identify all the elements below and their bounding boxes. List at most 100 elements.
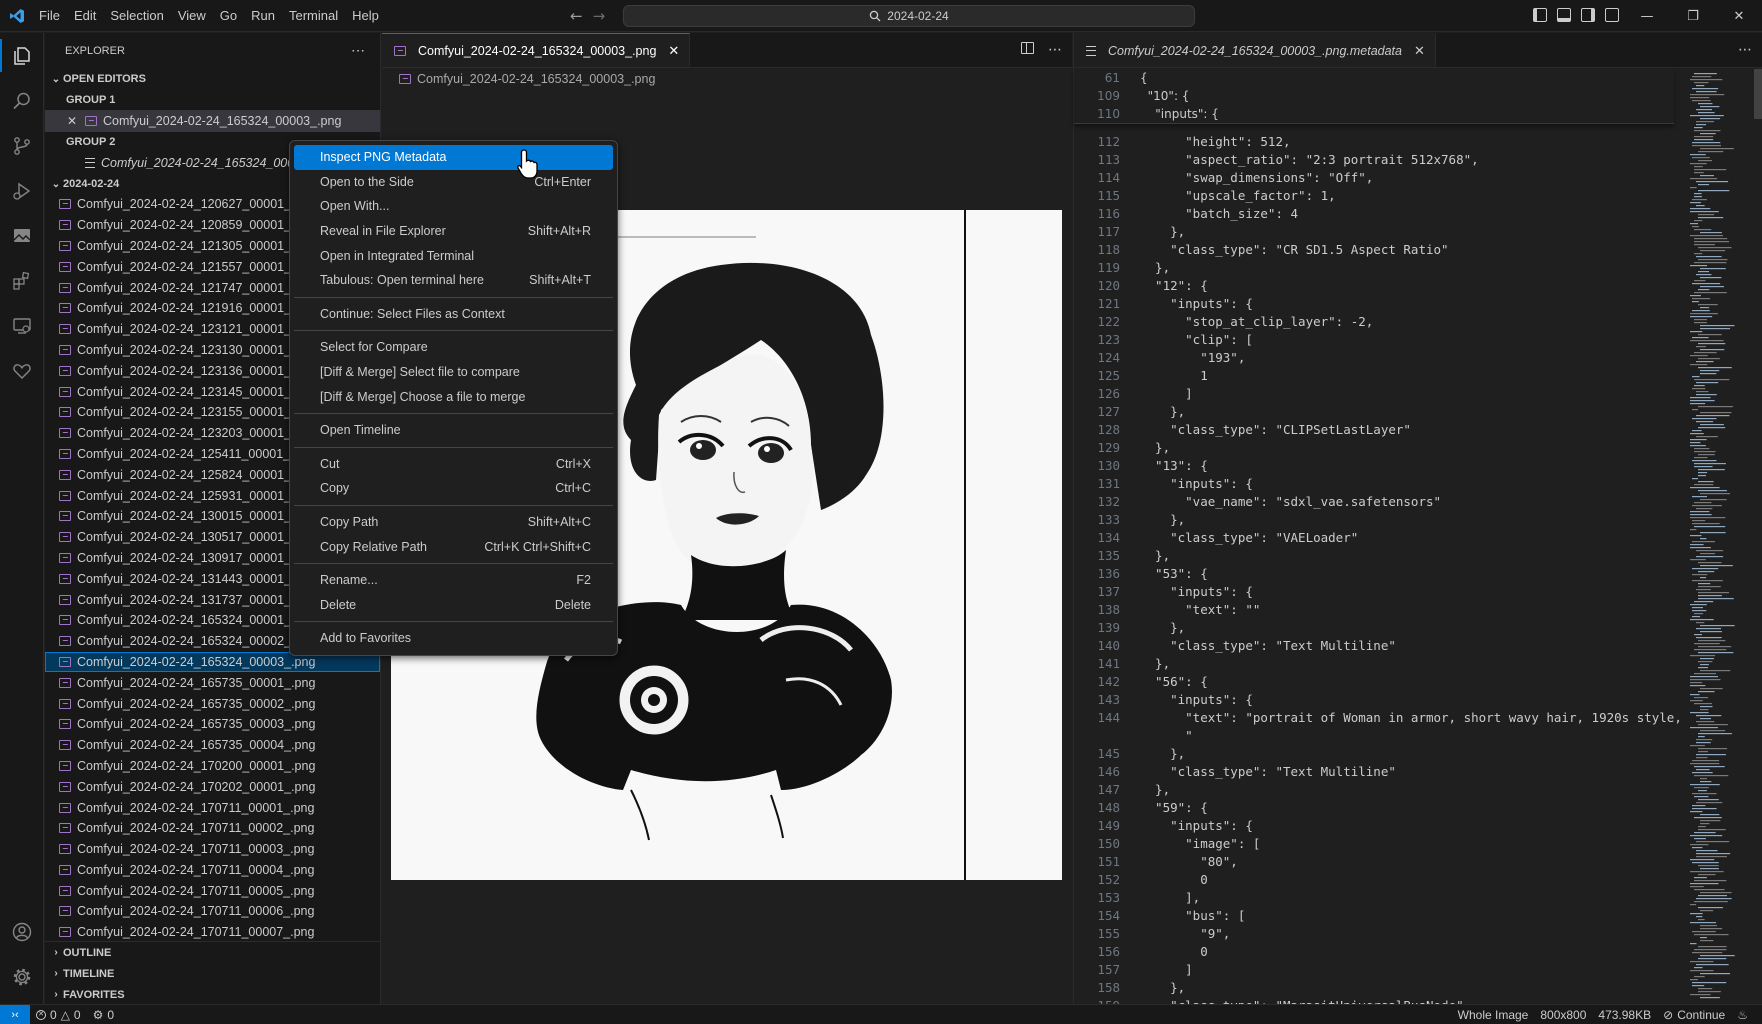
favorites-section[interactable]: › FAVORITES (45, 984, 381, 1005)
open-editors-section[interactable]: ⌄ OPEN EDITORS (45, 68, 380, 90)
file-item[interactable]: Comfyui_2024-02-24_165735_00002_.png (45, 693, 380, 714)
file-item[interactable]: Comfyui_2024-02-24_170202_00001_.png (45, 776, 380, 797)
more-actions-icon[interactable]: ⋯ (351, 42, 366, 59)
continue-button[interactable]: ⊘ Continue (1657, 1008, 1731, 1022)
source-control-icon[interactable] (0, 123, 44, 168)
file-item[interactable]: Comfyui_2024-02-24_170711_00007_.png (45, 922, 380, 943)
command-center-search[interactable]: 2024-02-24 (623, 5, 1195, 27)
menu-terminal[interactable]: Terminal (282, 0, 345, 32)
file-item[interactable]: Comfyui_2024-02-24_170711_00004_.png (45, 860, 380, 881)
remote-explorer-icon[interactable] (0, 303, 44, 348)
customize-layout-icon[interactable] (1605, 8, 1619, 22)
image-file-icon (59, 469, 71, 480)
problems-indicator[interactable]: ✕ 0 △ 0 (30, 1008, 87, 1022)
context-menu-item[interactable]: Select for Compare (294, 335, 613, 360)
explorer-icon[interactable] (0, 33, 44, 78)
context-menu-item[interactable]: Copy Path Shift+Alt+C (294, 510, 613, 535)
account-icon[interactable] (0, 909, 44, 954)
image-gallery-icon[interactable] (0, 213, 44, 258)
file-item[interactable]: Comfyui_2024-02-24_170200_00001_.png (45, 756, 380, 777)
file-item[interactable]: Comfyui_2024-02-24_165735_00003_.png (45, 714, 380, 735)
sticky-line[interactable]: 61 { (1074, 69, 1674, 87)
context-menu-item[interactable]: Open to the Side Ctrl+Enter (294, 170, 613, 195)
forward-arrow-icon[interactable]: → (593, 7, 606, 25)
menu-selection[interactable]: Selection (103, 0, 170, 32)
code-line: 113 "aspect_ratio": "2:3 portrait 512x76… (1074, 151, 1684, 169)
settings-gear-icon[interactable] (0, 954, 44, 999)
menu-run[interactable]: Run (244, 0, 282, 32)
outline-section[interactable]: › OUTLINE (45, 942, 381, 963)
menu-help[interactable]: Help (345, 0, 386, 32)
more-actions-icon[interactable]: ⋯ (1738, 42, 1752, 58)
toggle-panel-icon[interactable] (1557, 8, 1571, 22)
open-editor-item[interactable]: ✕ Comfyui_2024-02-24_165324_00003_.png (45, 110, 380, 132)
context-menu-shortcut: F2 (576, 573, 591, 588)
context-menu-item[interactable]: Continue: Select Files as Context (294, 302, 613, 327)
context-menu-item[interactable]: Delete Delete (294, 593, 613, 618)
file-item[interactable]: Comfyui_2024-02-24_170711_00002_.png (45, 818, 380, 839)
file-item[interactable]: Comfyui_2024-02-24_170711_00001_.png (45, 797, 380, 818)
minimap-line (1690, 97, 1710, 99)
file-item[interactable]: Comfyui_2024-02-24_170711_00006_.png (45, 901, 380, 922)
restore-icon[interactable]: ❐ (1670, 0, 1716, 32)
code-line: 143 "inputs": { (1074, 691, 1684, 709)
back-arrow-icon[interactable]: ← (570, 7, 583, 25)
context-menu-item[interactable]: Add to Favorites (294, 626, 613, 651)
split-editor-icon[interactable] (1021, 42, 1034, 54)
context-menu-item[interactable]: Open With... (294, 194, 613, 219)
context-menu-item[interactable]: Copy Relative Path Ctrl+K Ctrl+Shift+C (294, 534, 613, 559)
context-menu-item[interactable]: Inspect PNG Metadata (294, 145, 613, 170)
vertical-scrollbar[interactable] (1754, 69, 1762, 119)
context-menu-item[interactable]: Cut Ctrl+X (294, 452, 613, 477)
close-icon[interactable]: ✕ (67, 114, 81, 128)
context-menu-item[interactable]: Rename... F2 (294, 568, 613, 593)
image-file-icon (59, 282, 71, 293)
context-menu-item[interactable]: [Diff & Merge] Select file to compare (294, 360, 613, 385)
search-icon[interactable] (0, 78, 44, 123)
sticky-line[interactable]: 110 "inputs": { (1074, 105, 1674, 123)
minimap[interactable] (1688, 69, 1754, 1005)
remote-indicator-icon[interactable]: ›‹ (0, 1004, 30, 1024)
timeline-section[interactable]: › TIMELINE (45, 963, 381, 984)
context-menu-item[interactable]: Tabulous: Open terminal here Shift+Alt+T (294, 268, 613, 293)
context-menu-item[interactable]: [Diff & Merge] Choose a file to merge (294, 384, 613, 409)
extensions-icon[interactable] (0, 258, 44, 303)
menu-go[interactable]: Go (213, 0, 244, 32)
run-debug-icon[interactable] (0, 168, 44, 213)
breadcrumb[interactable]: Comfyui_2024-02-24_165324_00003_.png (382, 68, 1072, 90)
toggle-secondary-sidebar-icon[interactable] (1581, 8, 1595, 22)
file-item[interactable]: Comfyui_2024-02-24_170711_00003_.png (45, 839, 380, 860)
file-item[interactable]: Comfyui_2024-02-24_165735_00004_.png (45, 735, 380, 756)
minimize-icon[interactable]: — (1624, 0, 1670, 32)
close-tab-icon[interactable]: ✕ (1414, 43, 1425, 59)
minimap-line (1696, 622, 1705, 624)
context-menu-item[interactable]: Copy Ctrl+C (294, 476, 613, 501)
favorites-heart-icon[interactable] (0, 348, 44, 393)
editor-actions: ⋯ (1021, 42, 1062, 58)
file-item[interactable]: Comfyui_2024-02-24_170711_00005_.png (45, 880, 380, 901)
minimap-line (1700, 925, 1718, 927)
context-menu-item[interactable]: Reveal in File Explorer Shift+Alt+R (294, 219, 613, 244)
code-text: "batch_size": 4 (1140, 206, 1299, 221)
code-line: 134 "class_type": "VAELoader" (1074, 529, 1684, 547)
editor-tab[interactable]: Comfyui_2024-02-24_165324_00003_.png.met… (1074, 33, 1436, 67)
sticky-line[interactable]: 109 "10": { (1074, 87, 1674, 105)
context-menu-item[interactable]: Open in Integrated Terminal (294, 243, 613, 268)
file-item[interactable]: Comfyui_2024-02-24_165735_00001_.png (45, 672, 380, 693)
sticky-scroll[interactable]: 61{109 "10": {110 "inputs": { (1074, 69, 1674, 124)
zoom-level[interactable]: Whole Image (1452, 1008, 1535, 1022)
menu-view[interactable]: View (171, 0, 213, 32)
toggle-primary-sidebar-icon[interactable] (1533, 8, 1547, 22)
minimap-line (1694, 643, 1720, 645)
notifications-bell-icon[interactable]: ♨ (1731, 1008, 1754, 1022)
code-editor[interactable]: 112 "height": 512, 113 "aspect_ratio": "2… (1074, 133, 1684, 1015)
code-line: 139 }, (1074, 619, 1684, 637)
context-menu-item[interactable]: Open Timeline (294, 418, 613, 443)
menu-edit[interactable]: Edit (67, 0, 103, 32)
close-window-icon[interactable]: ✕ (1716, 0, 1762, 32)
ports-indicator[interactable]: ⚙ 0 (87, 1008, 120, 1022)
more-actions-icon[interactable]: ⋯ (1048, 42, 1062, 58)
menu-file[interactable]: File (32, 0, 67, 32)
editor-tab[interactable]: Comfyui_2024-02-24_165324_00003_.png ✕ (382, 33, 691, 67)
close-tab-icon[interactable]: ✕ (668, 43, 679, 59)
